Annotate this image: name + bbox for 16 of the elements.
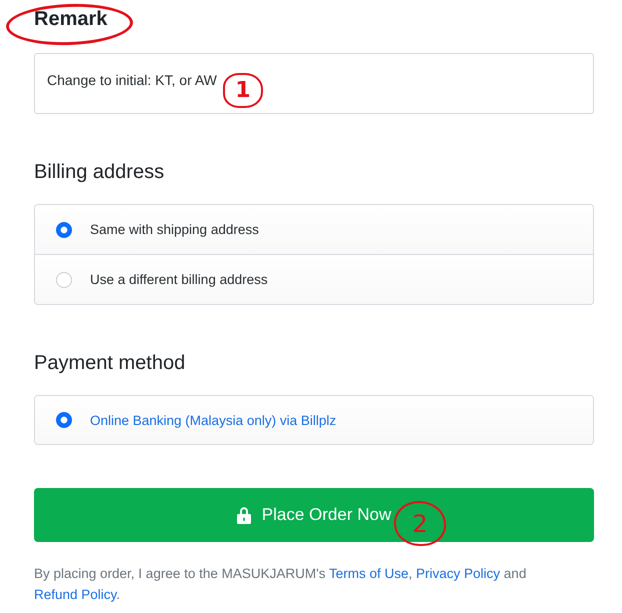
lock-icon <box>236 506 251 524</box>
option-label[interactable]: Same with shipping address <box>90 222 259 237</box>
remark-heading: Remark <box>34 7 108 31</box>
radio-button[interactable] <box>56 222 72 238</box>
option-label[interactable]: Use a different billing address <box>90 272 268 287</box>
remark-field[interactable]: Change to initial: KT, or AW 1 <box>34 53 594 114</box>
agreement-text: By placing order, I agree to the MASUKJARUM's Terms of Use, Privacy Policy and Refund Policy. <box>34 565 528 604</box>
annotation-number: 1 <box>222 73 263 108</box>
policy-link[interactable]: Privacy Policy <box>416 566 500 581</box>
policy-link[interactable]: Terms of Use <box>328 566 408 581</box>
billing-heading: Billing address <box>34 160 164 184</box>
radio-button[interactable] <box>56 412 72 428</box>
payment-heading: Payment method <box>34 351 186 375</box>
option-label[interactable]: Online Banking (Malaysia only) via Billplz <box>90 412 336 428</box>
annotation-number: 2 <box>394 501 446 546</box>
policy-link[interactable]: Refund Policy <box>34 587 116 602</box>
